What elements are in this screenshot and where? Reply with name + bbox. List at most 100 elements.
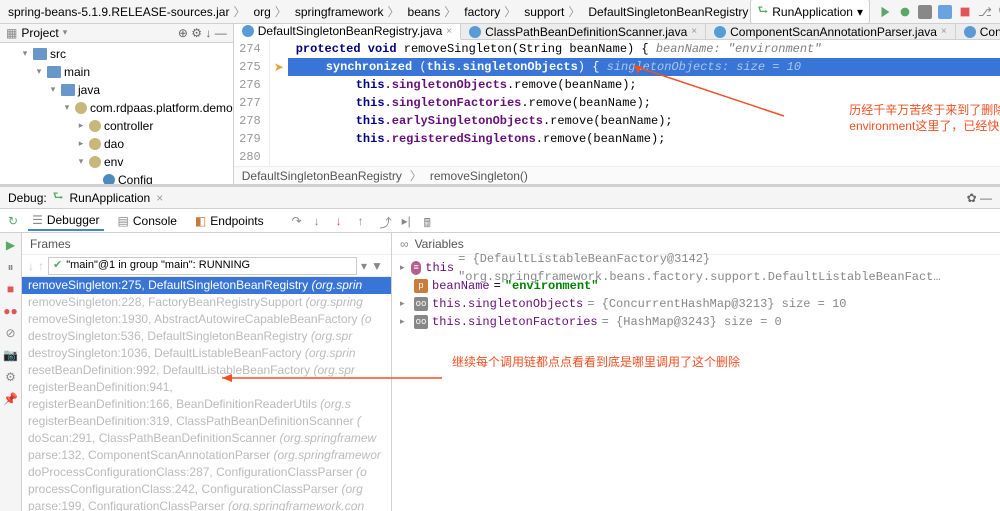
drop-frame-icon[interactable]: ⤴ (380, 214, 394, 228)
tree-node[interactable]: Config (0, 171, 233, 184)
bc-item[interactable]: factory (464, 5, 500, 19)
bc-item[interactable]: support (524, 5, 564, 19)
bc-item[interactable]: org (253, 5, 270, 19)
project-collapse-icon[interactable]: ▦ (6, 26, 17, 40)
filter-icon[interactable]: ▼ (371, 259, 385, 273)
expand-arrow-icon[interactable]: ▾ (62, 102, 72, 113)
profile-icon[interactable] (938, 5, 952, 19)
tree-node[interactable]: ▾com.rdpaas.platform.demo (0, 99, 233, 117)
editor-bc-class[interactable]: DefaultSingletonBeanRegistry (242, 169, 402, 183)
expand-icon[interactable]: ▸ (400, 259, 407, 277)
settings-icon[interactable]: ⚙ (3, 369, 19, 385)
dropdown-icon[interactable]: ▾ (63, 27, 68, 38)
view-breakpoints-icon[interactable]: ●● (3, 303, 19, 319)
step-over-icon[interactable]: ↷ (292, 214, 306, 228)
var-row[interactable]: ▸≡this = {DefaultListableBeanFactory@314… (400, 259, 992, 277)
expand-arrow-icon[interactable]: ▾ (76, 156, 86, 167)
tree-node[interactable]: ▾java (0, 81, 233, 99)
gear-icon[interactable]: ⊕ ⚙ ↓ — (178, 26, 227, 40)
close-icon[interactable]: × (941, 26, 947, 37)
prev-frame-icon[interactable]: ↓ (28, 259, 34, 273)
frame-row[interactable]: registerBeanDefinition:941, (22, 379, 391, 396)
bc-item[interactable]: spring-beans-5.1.9.RELEASE-sources.jar (8, 5, 229, 19)
frame-pkg: (org.sprin (305, 346, 356, 360)
restart-icon[interactable]: ↻ (8, 214, 18, 228)
var-row[interactable]: ▸oothis.singletonObjects = {ConcurrentHa… (400, 295, 992, 313)
link-icon[interactable]: ∞ (400, 237, 409, 251)
pause-icon[interactable]: ⏸ (3, 259, 19, 275)
close-tab-icon[interactable]: × (156, 191, 163, 205)
pin-icon[interactable]: 📌 (3, 391, 19, 407)
thread-dump-icon[interactable]: 📷 (3, 347, 19, 363)
stop-icon[interactable]: ■ (3, 281, 19, 297)
frame-text: parse:132, ComponentScanAnnotationParser (28, 448, 274, 462)
frame-row[interactable]: doProcessConfigurationClass:287, Configu… (22, 464, 391, 481)
frame-row[interactable]: registerBeanDefinition:319, ClassPathBea… (22, 413, 391, 430)
close-icon[interactable]: × (446, 26, 452, 37)
dropdown-icon[interactable]: ▾ (361, 259, 367, 273)
frame-row[interactable]: removeSingleton:275, DefaultSingletonBea… (22, 277, 391, 294)
mute-breakpoints-icon[interactable]: ⊘ (3, 325, 19, 341)
run-icon[interactable] (878, 5, 892, 19)
tree-node[interactable]: ▾src (0, 45, 233, 63)
tab-endpoints[interactable]: ◧Endpoints (191, 212, 268, 230)
step-out-icon[interactable]: ↑ (358, 214, 372, 228)
frame-row[interactable]: destroySingleton:1036, DefaultListableBe… (22, 345, 391, 362)
next-frame-icon[interactable]: ↑ (38, 259, 44, 273)
editor-tab[interactable]: ClassPathBeanDefinitionScanner.java× (461, 24, 706, 39)
line-number[interactable]: 274 (234, 40, 261, 58)
tree-node[interactable]: ▸controller (0, 117, 233, 135)
debug-icon[interactable] (898, 5, 912, 19)
expand-arrow-icon[interactable]: ▾ (48, 84, 58, 95)
editor-tab[interactable]: Configuratio× (956, 24, 1000, 39)
line-number[interactable]: 276 (234, 76, 261, 94)
frame-row[interactable]: registerBeanDefinition:166, BeanDefiniti… (22, 396, 391, 413)
bc-item[interactable]: springframework (295, 5, 384, 19)
editor-tab[interactable]: ComponentScanAnnotationParser.java× (706, 24, 956, 39)
frame-row[interactable]: processConfigurationClass:242, Configura… (22, 481, 391, 498)
gear-icon[interactable]: ✿ — (967, 191, 992, 205)
expand-arrow-icon[interactable]: ▾ (20, 48, 30, 59)
expand-arrow-icon[interactable]: ▾ (34, 66, 44, 77)
tab-debugger[interactable]: ☰Debugger (28, 211, 103, 231)
thread-selector[interactable]: ✔"main"@1 in group "main": RUNNING (48, 257, 357, 275)
tree-node[interactable]: ▾main (0, 63, 233, 81)
run-config-selector[interactable]: ⮑ RunApplication ▾ (750, 0, 870, 24)
frame-row[interactable]: parse:199, ConfigurationClassParser (org… (22, 498, 391, 511)
editor-bc-method[interactable]: removeSingleton() (430, 169, 528, 183)
step-into-icon[interactable]: ↓ (314, 214, 328, 228)
debug-title: Debug: (8, 191, 47, 205)
coverage-icon[interactable] (918, 5, 932, 19)
expand-arrow-icon[interactable]: ▸ (76, 138, 86, 149)
frame-row[interactable]: parse:132, ComponentScanAnnotationParser… (22, 447, 391, 464)
line-number[interactable]: 277 (234, 94, 261, 112)
variables-list: ▸≡this = {DefaultListableBeanFactory@314… (392, 255, 1000, 335)
run-to-cursor-icon[interactable]: ▸| (402, 214, 416, 228)
var-row[interactable]: ▸oothis.singletonFactories = {HashMap@32… (400, 313, 992, 331)
frame-row[interactable]: doScan:291, ClassPathBeanDefinitionScann… (22, 430, 391, 447)
evaluate-icon[interactable]: 🖩 (424, 214, 438, 228)
close-icon[interactable]: × (691, 26, 697, 37)
line-number[interactable]: 278 (234, 112, 261, 130)
bc-item[interactable]: DefaultSingletonBeanRegistry (588, 5, 748, 19)
expand-icon[interactable]: ▸ (400, 295, 410, 313)
editor-tab[interactable]: DefaultSingletonBeanRegistry.java× (234, 24, 461, 40)
git-icon[interactable]: ⎇ (978, 5, 992, 19)
breakpoint-arrow-icon[interactable]: ➤ (274, 60, 284, 75)
tree-node[interactable]: ▸dao (0, 135, 233, 153)
line-number[interactable]: 279 (234, 130, 261, 148)
stop-icon[interactable] (958, 5, 972, 19)
frame-row[interactable]: resetBeanDefinition:992, DefaultListable… (22, 362, 391, 379)
force-step-into-icon[interactable]: ↓ (336, 214, 350, 228)
frame-row[interactable]: removeSingleton:1930, AbstractAutowireCa… (22, 311, 391, 328)
tab-console[interactable]: ▤Console (114, 212, 181, 230)
bc-item[interactable]: beans (408, 5, 441, 19)
expand-arrow-icon[interactable]: ▸ (76, 120, 86, 131)
line-number[interactable]: 280 (234, 148, 261, 166)
frame-row[interactable]: removeSingleton:228, FactoryBeanRegistry… (22, 294, 391, 311)
tree-node[interactable]: ▾env (0, 153, 233, 171)
expand-icon[interactable]: ▸ (400, 313, 410, 331)
resume-icon[interactable]: ▶ (3, 237, 19, 253)
frame-row[interactable]: destroySingleton:536, DefaultSingletonBe… (22, 328, 391, 345)
line-number[interactable]: 275 (234, 58, 261, 76)
